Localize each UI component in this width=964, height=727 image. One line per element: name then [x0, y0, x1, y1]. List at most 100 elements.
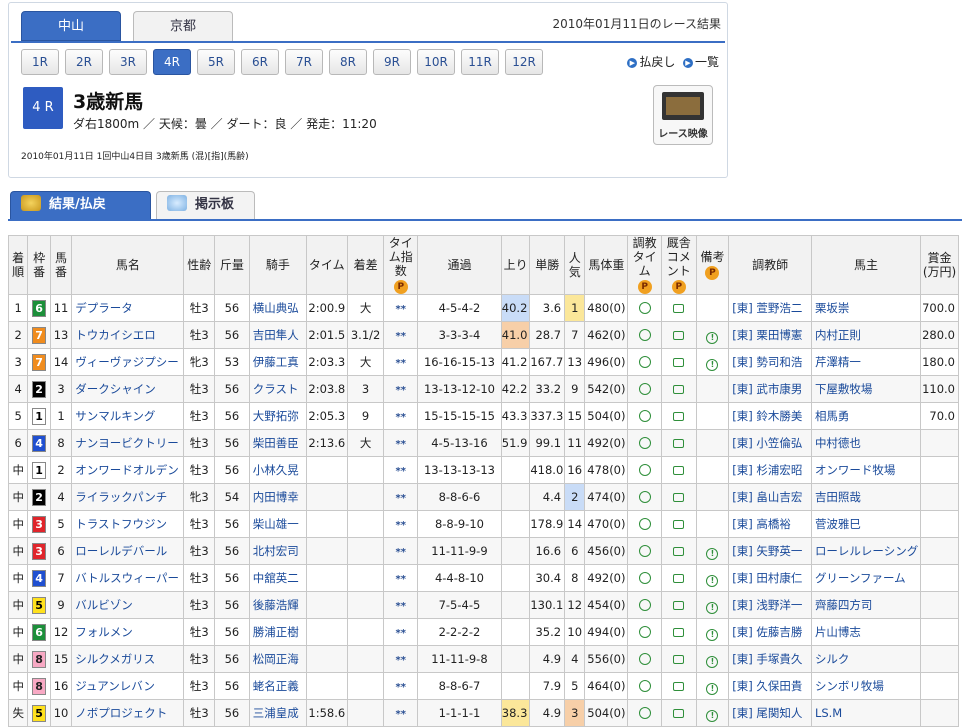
remarks[interactable]: !: [695, 348, 730, 376]
jockey-link[interactable]: 松岡正海: [248, 645, 307, 673]
trainer-link[interactable]: [東] 栗田博憲: [728, 321, 812, 349]
remarks[interactable]: !: [695, 699, 730, 727]
trainer-link[interactable]: [東] 矢野英一: [728, 537, 812, 565]
jockey-link[interactable]: 吉田隼人: [248, 321, 307, 349]
stable-comment[interactable]: [660, 564, 697, 592]
time-index[interactable]: **: [383, 510, 419, 538]
stable-comment[interactable]: [660, 483, 697, 511]
jockey-link[interactable]: 北村宏司: [248, 537, 307, 565]
race-button-10[interactable]: 10R: [417, 49, 455, 75]
time-index[interactable]: **: [383, 294, 419, 322]
horse-name-link[interactable]: バルビゾン: [71, 591, 185, 619]
horse-name-link[interactable]: ヴィーヴァジプシー: [71, 348, 185, 376]
training-time[interactable]: [627, 429, 662, 457]
time-index[interactable]: **: [383, 564, 419, 592]
owner-link[interactable]: 中村德也: [810, 429, 922, 457]
horse-name-link[interactable]: トウカイシエロ: [71, 321, 185, 349]
trainer-link[interactable]: [東] 久保田貴: [728, 672, 812, 700]
time-index[interactable]: **: [383, 321, 419, 349]
stable-comment[interactable]: [660, 321, 697, 349]
trainer-link[interactable]: [東] 佐藤吉勝: [728, 618, 812, 646]
stable-comment[interactable]: [660, 429, 697, 457]
time-index[interactable]: **: [383, 348, 419, 376]
remarks[interactable]: !: [695, 591, 730, 619]
stable-comment[interactable]: [660, 456, 697, 484]
trainer-link[interactable]: [東] 杉浦宏昭: [728, 456, 812, 484]
race-button-7[interactable]: 7R: [285, 49, 323, 75]
trainer-link[interactable]: [東] 手塚貴久: [728, 645, 812, 673]
remarks[interactable]: !: [695, 564, 730, 592]
tab-results[interactable]: 結果/払戻: [10, 191, 151, 219]
trainer-link[interactable]: [東] 勢司和浩: [728, 348, 812, 376]
stable-comment[interactable]: [660, 402, 697, 430]
jockey-link[interactable]: 柴田善臣: [248, 429, 307, 457]
owner-link[interactable]: ローレルレーシング: [810, 537, 922, 565]
horse-name-link[interactable]: ダークシャイン: [71, 375, 185, 403]
remarks[interactable]: !: [695, 672, 730, 700]
owner-link[interactable]: 下屋敷牧場: [810, 375, 922, 403]
payout-link[interactable]: 払戻し: [639, 55, 675, 69]
trainer-link[interactable]: [東] 田村康仁: [728, 564, 812, 592]
trainer-link[interactable]: [東] 小笠倫弘: [728, 429, 812, 457]
time-index[interactable]: **: [383, 537, 419, 565]
time-index[interactable]: **: [383, 672, 419, 700]
race-button-8[interactable]: 8R: [329, 49, 367, 75]
race-button-11[interactable]: 11R: [461, 49, 499, 75]
horse-name-link[interactable]: ローレルデバール: [71, 537, 185, 565]
horse-name-link[interactable]: ノボプロジェクト: [71, 699, 185, 727]
time-index[interactable]: **: [383, 375, 419, 403]
owner-link[interactable]: 吉田照哉: [810, 483, 922, 511]
race-button-4[interactable]: 4R: [153, 49, 191, 75]
jockey-link[interactable]: 後藤浩輝: [248, 591, 307, 619]
stable-comment[interactable]: [660, 699, 697, 727]
training-time[interactable]: [627, 348, 662, 376]
horse-name-link[interactable]: ライラックパンチ: [71, 483, 185, 511]
time-index[interactable]: **: [383, 645, 419, 673]
trainer-link[interactable]: [東] 浅野洋一: [728, 591, 812, 619]
horse-name-link[interactable]: バトルスウィーパー: [71, 564, 185, 592]
venue-tab-nakayama[interactable]: 中山: [21, 11, 121, 41]
horse-name-link[interactable]: サンマルキング: [71, 402, 185, 430]
training-time[interactable]: [627, 402, 662, 430]
training-time[interactable]: [627, 645, 662, 673]
time-index[interactable]: **: [383, 429, 419, 457]
training-time[interactable]: [627, 537, 662, 565]
training-time[interactable]: [627, 672, 662, 700]
trainer-link[interactable]: [東] 高橋裕: [728, 510, 812, 538]
trainer-link[interactable]: [東] 萱野浩二: [728, 294, 812, 322]
time-index[interactable]: **: [383, 699, 419, 727]
training-time[interactable]: [627, 699, 662, 727]
jockey-link[interactable]: 小林久晃: [248, 456, 307, 484]
race-button-12[interactable]: 12R: [505, 49, 543, 75]
owner-link[interactable]: 菅波雅巳: [810, 510, 922, 538]
owner-link[interactable]: 内村正則: [810, 321, 922, 349]
training-time[interactable]: [627, 375, 662, 403]
race-button-3[interactable]: 3R: [109, 49, 147, 75]
jockey-link[interactable]: 蛯名正義: [248, 672, 307, 700]
trainer-link[interactable]: [東] 畠山吉宏: [728, 483, 812, 511]
race-button-9[interactable]: 9R: [373, 49, 411, 75]
stable-comment[interactable]: [660, 510, 697, 538]
trainer-link[interactable]: [東] 武市康男: [728, 375, 812, 403]
race-video-button[interactable]: レース映像: [653, 85, 713, 145]
owner-link[interactable]: 齊藤四方司: [810, 591, 922, 619]
time-index[interactable]: **: [383, 618, 419, 646]
training-time[interactable]: [627, 618, 662, 646]
race-button-1[interactable]: 1R: [21, 49, 59, 75]
owner-link[interactable]: 栗坂崇: [810, 294, 922, 322]
training-time[interactable]: [627, 564, 662, 592]
race-button-5[interactable]: 5R: [197, 49, 235, 75]
horse-name-link[interactable]: オンワードオルデン: [71, 456, 185, 484]
owner-link[interactable]: 片山博志: [810, 618, 922, 646]
remarks[interactable]: !: [695, 537, 730, 565]
owner-link[interactable]: シルク: [810, 645, 922, 673]
horse-name-link[interactable]: ナンヨービクトリー: [71, 429, 185, 457]
owner-link[interactable]: オンワード牧場: [810, 456, 922, 484]
training-time[interactable]: [627, 294, 662, 322]
horse-name-link[interactable]: ジュアンレバン: [71, 672, 185, 700]
stable-comment[interactable]: [660, 348, 697, 376]
list-link[interactable]: 一覧: [695, 55, 719, 69]
stable-comment[interactable]: [660, 537, 697, 565]
time-index[interactable]: **: [383, 456, 419, 484]
stable-comment[interactable]: [660, 672, 697, 700]
